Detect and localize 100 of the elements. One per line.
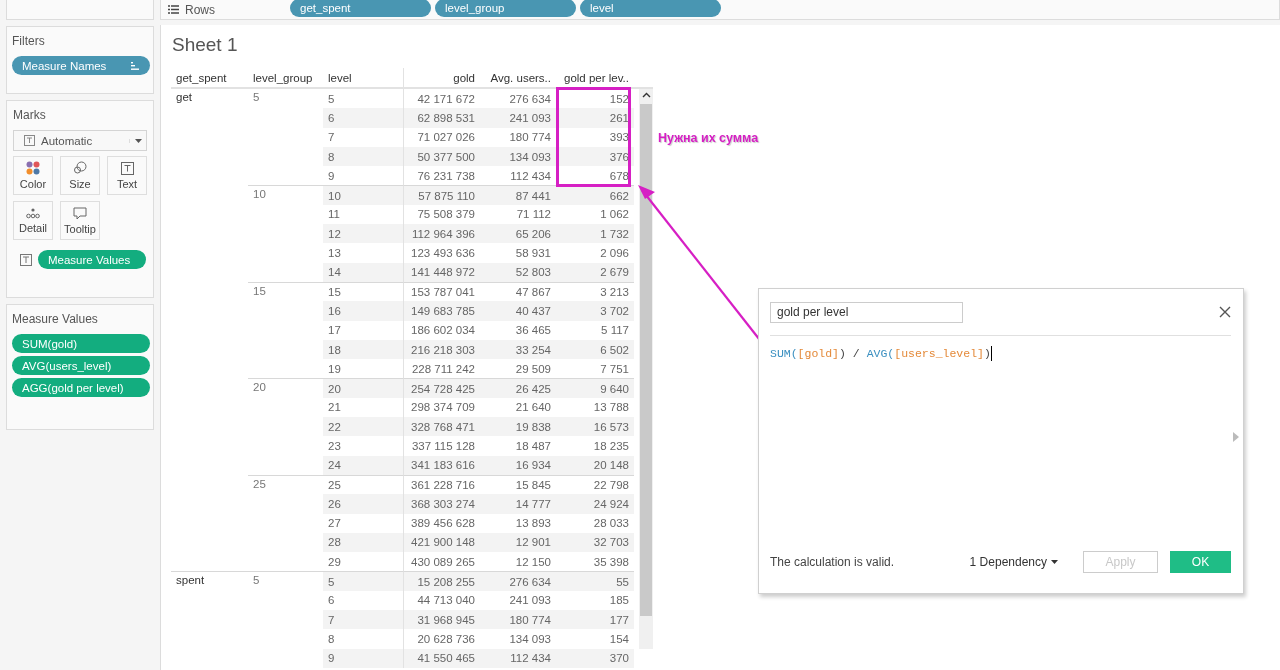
dots-icon: [26, 161, 40, 175]
table-cell-text: 5 117: [600, 323, 630, 339]
row-header: 13: [327, 246, 342, 261]
table-cell-text: 28 033: [592, 516, 630, 532]
row-header: 19: [327, 361, 342, 377]
row-header: 15: [253, 283, 266, 297]
row-header: 5: [253, 573, 260, 587]
table-cell: 41 550 465: [403, 648, 480, 668]
table-cell: 3 702: [556, 301, 634, 321]
row-header: 5: [323, 571, 403, 591]
mark-button[interactable]: Color: [13, 156, 53, 195]
table-cell-text: 393: [608, 130, 630, 146]
column-header[interactable]: Avg. users..: [480, 68, 556, 87]
table-cell: 241 093: [480, 108, 556, 128]
table-cell: 662: [556, 185, 634, 205]
table-cell-text: 35 398: [592, 554, 630, 570]
table-cell: 254 728 425: [403, 378, 480, 398]
table-cell-text: 152: [608, 91, 630, 107]
column-header[interactable]: level: [323, 68, 403, 87]
table-cell: 180 774: [480, 610, 556, 630]
mark-button[interactable]: Detail: [13, 201, 53, 240]
table-cell: 50 377 500: [403, 146, 480, 167]
calculation-name-field[interactable]: gold per level: [770, 301, 963, 323]
caret-up-icon: [641, 92, 651, 98]
table-cell-text: 13 788: [592, 400, 630, 416]
table-cell-text: 36 465: [514, 323, 552, 339]
table-cell: 52 803: [480, 262, 556, 282]
row-header: 7: [323, 610, 403, 630]
table-cell: 87 441: [480, 185, 556, 205]
table-cell-text: 18 487: [514, 439, 552, 454]
row-header: 5: [327, 91, 336, 107]
table-cell: 16 934: [480, 455, 556, 475]
table-cell: 57 875 110: [403, 185, 480, 205]
column-header[interactable]: gold: [403, 68, 480, 87]
table-cell: 186 602 034: [403, 320, 480, 340]
row-header: 28: [323, 532, 403, 553]
card-title: Marks: [13, 108, 47, 122]
table-cell: 40 437: [480, 301, 556, 321]
expand-arrow-icon[interactable]: [1233, 432, 1239, 442]
formula-text: SUM([gold]) / AVG([users_level]): [770, 346, 992, 361]
table-cell: 15 208 255: [403, 571, 480, 591]
shelf-label: Rows: [185, 2, 215, 17]
row-header: 27: [327, 516, 342, 532]
table-cell: 26 425: [480, 378, 556, 398]
row-header: 22: [323, 417, 403, 437]
table-cell: 24 924: [556, 494, 634, 514]
card-title: Filters: [12, 34, 46, 48]
table-cell-text: 13 893: [514, 516, 552, 532]
table-cell-text: 29 509: [514, 361, 552, 377]
card-title: Measure Values: [12, 312, 99, 326]
row-header: 8: [327, 631, 336, 647]
table-cell: 71 027 026: [403, 127, 480, 147]
table-cell-text: 2 096: [599, 246, 630, 261]
table-cell: 65 206: [480, 224, 556, 244]
dependency-dropdown[interactable]: 1 Dependency: [969, 555, 1058, 569]
table-cell: 149 683 785: [403, 301, 480, 321]
table-cell: 141 448 972: [403, 262, 480, 282]
column-header[interactable]: get_spent: [171, 68, 248, 87]
table-cell: 177: [556, 610, 634, 630]
column-header[interactable]: level_group: [248, 68, 323, 87]
table-cell-text: 112 434: [509, 168, 552, 184]
scrollbar[interactable]: [639, 89, 653, 649]
table-cell-text: 18 235: [592, 439, 630, 454]
table-cell: 6 502: [556, 339, 634, 360]
table-cell-text: 276 634: [508, 91, 552, 107]
table-cell: 216 218 303: [403, 339, 480, 360]
row-header: 9: [327, 168, 336, 184]
table-cell: 62 898 531: [403, 108, 480, 128]
table-cell: 33 254: [480, 339, 556, 360]
row-header: 10: [323, 185, 403, 205]
table-cell: 2 679: [556, 262, 634, 282]
column-header[interactable]: gold per lev..: [556, 68, 634, 87]
close-icon[interactable]: [1219, 306, 1231, 318]
table-cell: 123 493 636: [403, 243, 480, 263]
mark-button[interactable]: Tooltip: [60, 201, 100, 240]
formula-editor[interactable]: SUM([gold]) / AVG([users_level]): [770, 336, 1231, 537]
table-cell-text: 154: [608, 631, 630, 647]
speech-bubble-icon: [73, 206, 87, 220]
table-cell: 370: [556, 648, 634, 668]
row-header: 17: [327, 323, 342, 339]
table-cell: 112 964 396: [403, 224, 480, 244]
mark-type-dropdown[interactable]: Automatic: [13, 130, 147, 151]
table-cell-text: 58 931: [514, 246, 552, 261]
status-text: The calculation is valid.: [770, 555, 896, 569]
mark-button[interactable]: Size: [60, 156, 100, 195]
table-cell: 9 640: [556, 378, 634, 398]
text-icon: [20, 253, 32, 266]
row-header: 14: [323, 262, 403, 282]
table-cell-text: 12 150: [514, 554, 552, 570]
row-header: 18: [323, 339, 403, 360]
table-cell: 19 838: [480, 417, 556, 437]
table-cell: 112 434: [480, 648, 556, 668]
row-header: 11: [327, 207, 341, 223]
list-icon: [168, 5, 179, 14]
mark-button[interactable]: Text: [107, 156, 147, 195]
row-header: 21: [327, 400, 342, 416]
row-header: 5: [253, 90, 260, 103]
table-cell-text: 7 751: [599, 361, 630, 377]
text-icon: [120, 161, 134, 175]
table-cell: 32 703: [556, 532, 634, 553]
